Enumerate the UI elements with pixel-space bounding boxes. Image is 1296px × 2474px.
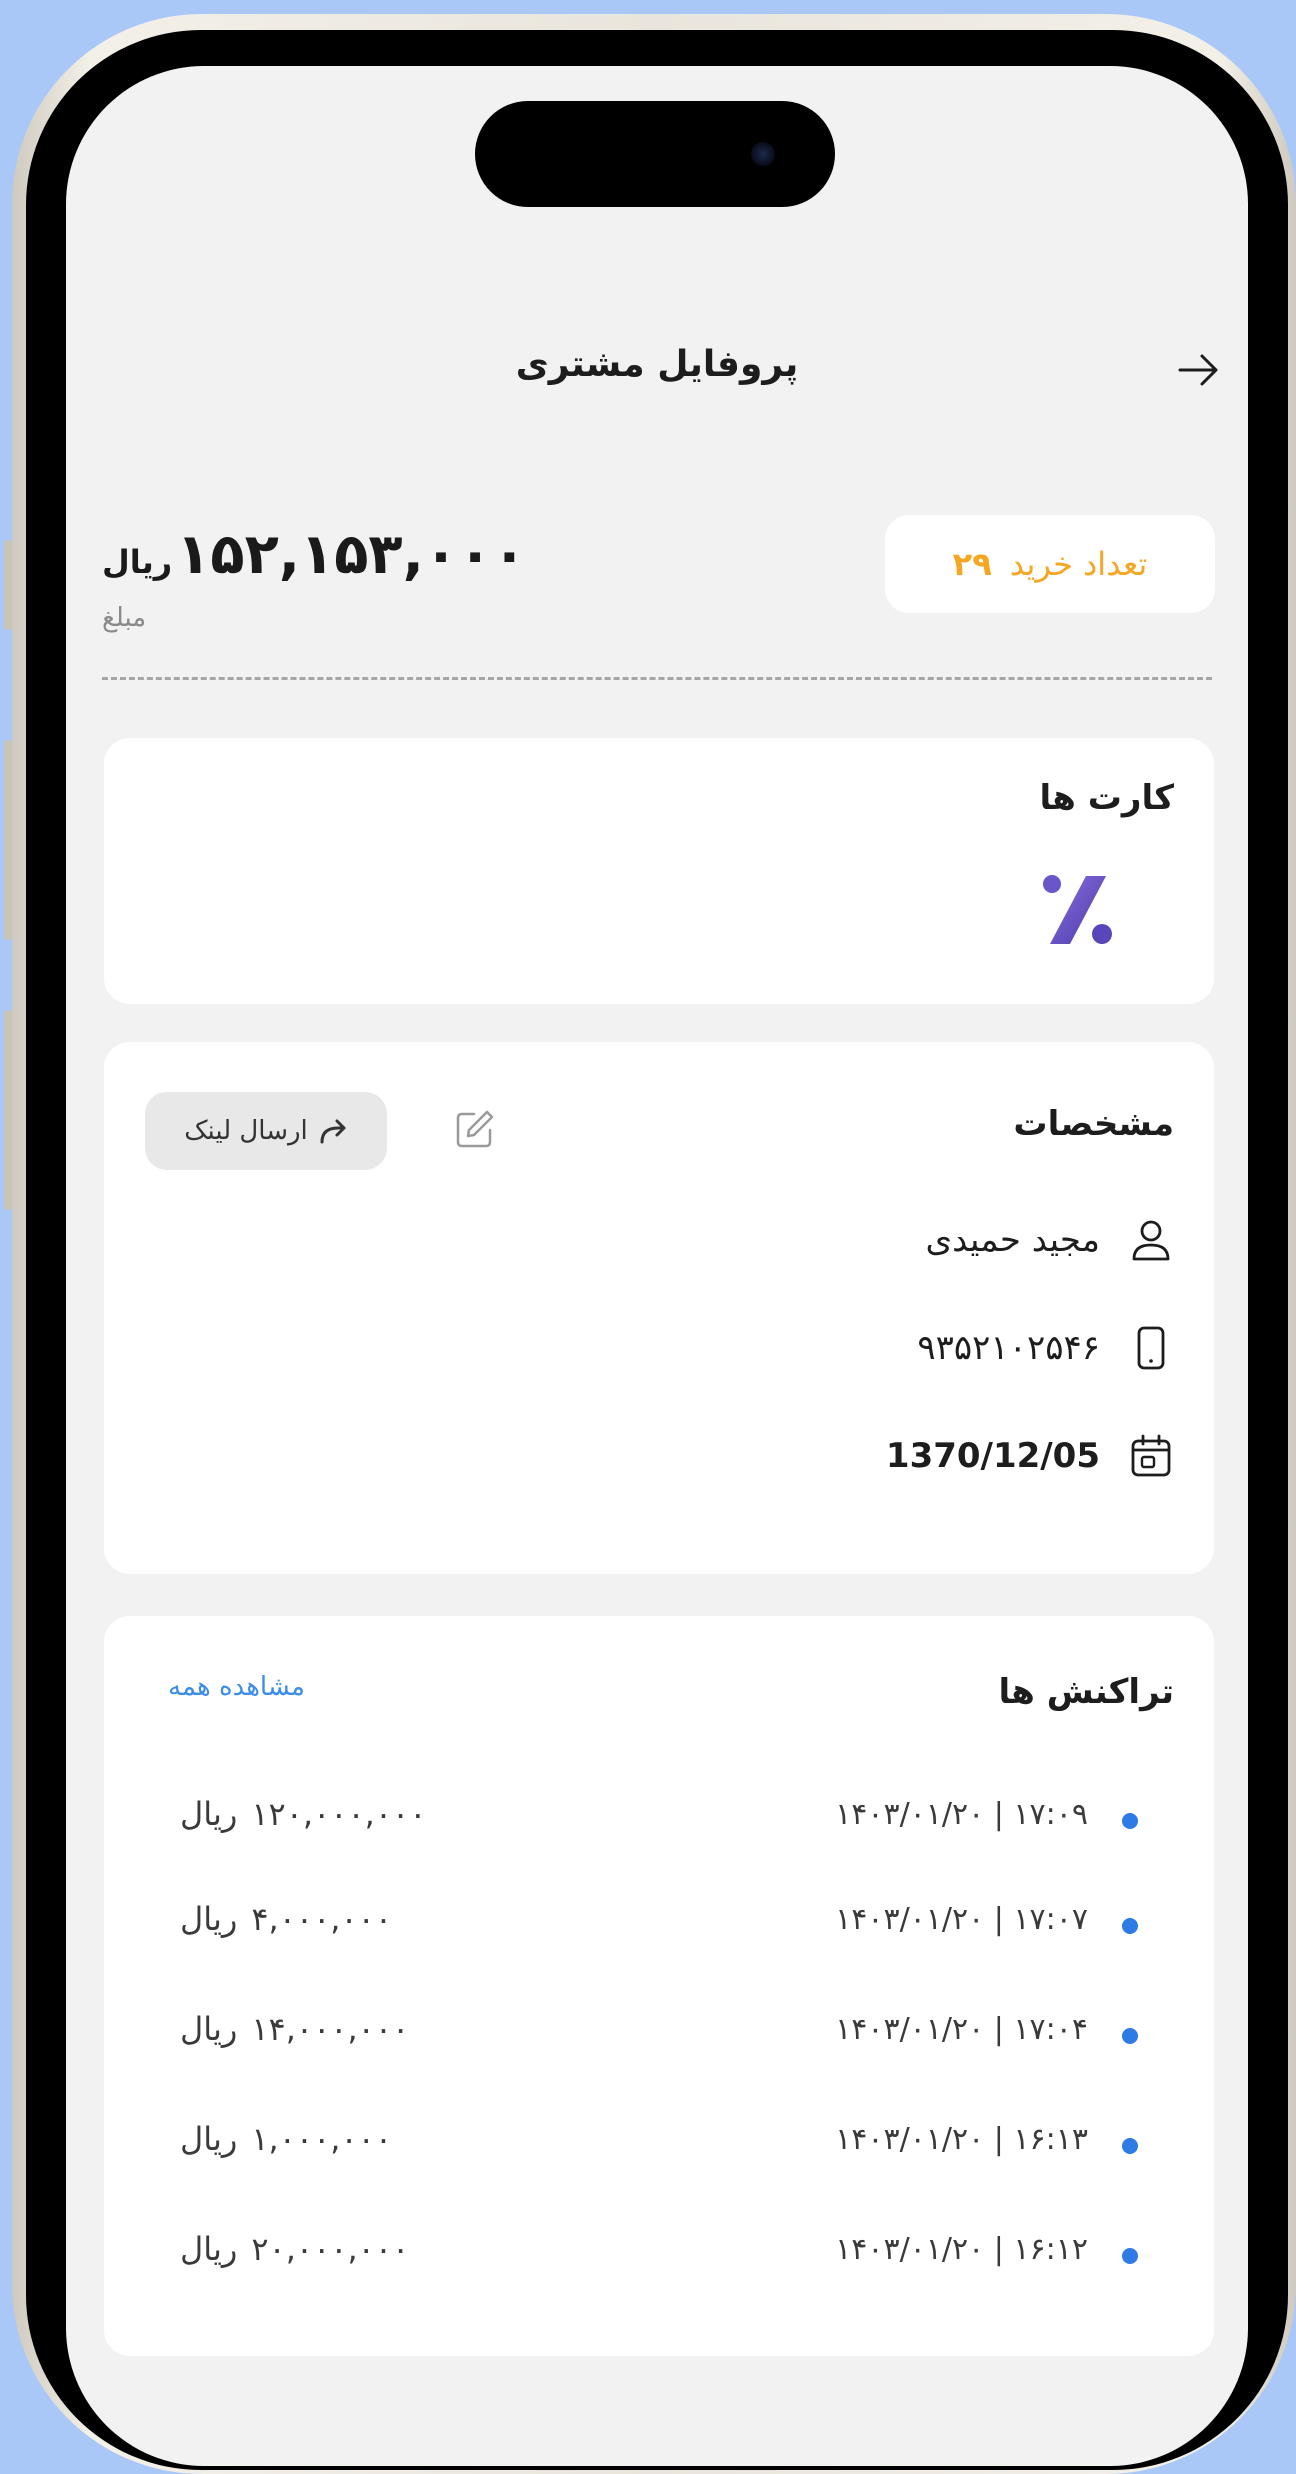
transaction-row[interactable]: ۱۴۰۳/۰۱/۲۰ | ۱۶:۱۲ ۲۰,۰۰۰,۰۰۰ ریال bbox=[104, 2226, 1214, 2276]
detail-row-birth-date: 1370/12/05 bbox=[886, 1433, 1174, 1479]
amount-label: مبلغ bbox=[102, 603, 147, 633]
transaction-amount-value: ۱,۰۰۰,۰۰۰ bbox=[251, 2120, 393, 2158]
transaction-row[interactable]: ۱۴۰۳/۰۱/۲۰ | ۱۷:۰۷ ۴,۰۰۰,۰۰۰ ریال bbox=[104, 1896, 1214, 1946]
transaction-currency: ریال bbox=[180, 2010, 238, 2048]
transaction-date: ۱۴۰۳/۰۱/۲۰ | ۱۷:۰۷ bbox=[835, 1902, 1088, 1937]
user-icon bbox=[1132, 1220, 1170, 1261]
top-bar: پروفایل مشتری bbox=[66, 316, 1248, 436]
amount-currency: ریال bbox=[102, 543, 173, 581]
detail-row-phone: ۹۳۵۲۱۰۲۵۴۶ bbox=[917, 1325, 1174, 1371]
customer-name: مجید حمیدی bbox=[925, 1220, 1100, 1260]
transaction-dot-icon bbox=[1122, 1918, 1138, 1934]
transactions-section: تراکنش ها مشاهده همه ۱۴۰۳/۰۱/۲۰ | ۱۷:۰۹ … bbox=[104, 1616, 1214, 2356]
transaction-amount: ۲۰,۰۰۰,۰۰۰ ریال bbox=[180, 2230, 409, 2268]
side-button bbox=[4, 740, 12, 940]
purchase-count-badge: تعداد خرید ۲۹ bbox=[885, 515, 1215, 613]
transaction-currency: ریال bbox=[180, 2230, 238, 2268]
transaction-amount: ۱۴,۰۰۰,۰۰۰ ریال bbox=[180, 2010, 409, 2048]
detail-row-name: مجید حمیدی bbox=[926, 1217, 1174, 1263]
transaction-currency: ریال bbox=[180, 2120, 238, 2158]
transaction-amount: ۴,۰۰۰,۰۰۰ ریال bbox=[180, 1900, 392, 1938]
transaction-amount-value: ۲۰,۰۰۰,۰۰۰ bbox=[251, 2230, 410, 2268]
amount-summary: ریال ۱۵۲,۱۵۳,۰۰۰ مبلغ bbox=[102, 522, 525, 633]
see-all-link[interactable]: مشاهده همه bbox=[168, 1672, 305, 1702]
page-title: پروفایل مشتری bbox=[515, 344, 799, 385]
details-section: مشخصات ارسال لینک مجید حمیدی ۹۳۵۲۱۰۲۵۴۶ bbox=[104, 1042, 1214, 1574]
cards-title: کارت ها bbox=[1039, 778, 1174, 818]
transaction-date: ۱۴۰۳/۰۱/۲۰ | ۱۶:۱۲ bbox=[835, 2232, 1088, 2267]
transaction-date: ۱۴۰۳/۰۱/۲۰ | ۱۶:۱۳ bbox=[835, 2122, 1088, 2157]
dashed-divider bbox=[102, 677, 1212, 680]
amount-value: ۱۵۲,۱۵۳,۰۰۰ bbox=[176, 522, 527, 587]
back-arrow-icon[interactable] bbox=[1176, 350, 1220, 390]
calendar-icon bbox=[1131, 1434, 1171, 1477]
customer-birth-date: 1370/12/05 bbox=[885, 1436, 1100, 1476]
camera-icon bbox=[751, 142, 775, 166]
transaction-currency: ریال bbox=[180, 1795, 238, 1833]
side-button bbox=[4, 1010, 12, 1210]
transaction-dot-icon bbox=[1122, 2028, 1138, 2044]
transaction-amount-value: ۱۲۰,۰۰۰,۰۰۰ bbox=[251, 1795, 427, 1833]
transaction-dot-icon bbox=[1122, 2138, 1138, 2154]
transaction-amount-value: ۴,۰۰۰,۰۰۰ bbox=[251, 1900, 393, 1938]
transaction-dot-icon bbox=[1122, 1813, 1138, 1829]
transaction-amount-value: ۱۴,۰۰۰,۰۰۰ bbox=[251, 2010, 410, 2048]
edit-icon[interactable] bbox=[454, 1108, 496, 1150]
bank-card-logo-icon[interactable] bbox=[1040, 872, 1116, 948]
transaction-row[interactable]: ۱۴۰۳/۰۱/۲۰ | ۱۷:۰۴ ۱۴,۰۰۰,۰۰۰ ریال bbox=[104, 2006, 1214, 2056]
side-button bbox=[4, 540, 12, 630]
phone-icon bbox=[1137, 1326, 1165, 1370]
transaction-amount: ۱,۰۰۰,۰۰۰ ریال bbox=[180, 2120, 392, 2158]
purchase-count-value: ۲۹ bbox=[952, 545, 992, 583]
transaction-row[interactable]: ۱۴۰۳/۰۱/۲۰ | ۱۶:۱۳ ۱,۰۰۰,۰۰۰ ریال bbox=[104, 2116, 1214, 2166]
transaction-date: ۱۴۰۳/۰۱/۲۰ | ۱۷:۰۹ bbox=[835, 1797, 1088, 1832]
transaction-currency: ریال bbox=[180, 1900, 238, 1938]
transaction-date: ۱۴۰۳/۰۱/۲۰ | ۱۷:۰۴ bbox=[835, 2012, 1088, 2047]
customer-phone: ۹۳۵۲۱۰۲۵۴۶ bbox=[917, 1328, 1100, 1368]
send-link-label: ارسال لینک bbox=[184, 1116, 308, 1146]
send-link-button[interactable]: ارسال لینک bbox=[145, 1092, 387, 1170]
transactions-title: تراکنش ها bbox=[998, 1672, 1174, 1712]
purchase-count-label: تعداد خرید bbox=[1009, 545, 1148, 583]
app-screen: پروفایل مشتری ریال ۱۵۲,۱۵۳,۰۰۰ مبلغ تعدا… bbox=[66, 66, 1248, 2466]
transaction-dot-icon bbox=[1122, 2248, 1138, 2264]
cards-section: کارت ها bbox=[104, 738, 1214, 1004]
details-title: مشخصات bbox=[1013, 1104, 1174, 1144]
transaction-row[interactable]: ۱۴۰۳/۰۱/۲۰ | ۱۷:۰۹ ۱۲۰,۰۰۰,۰۰۰ ریال bbox=[104, 1791, 1214, 1841]
transaction-amount: ۱۲۰,۰۰۰,۰۰۰ ریال bbox=[180, 1795, 426, 1833]
share-arrow-icon bbox=[320, 1119, 346, 1144]
dynamic-island bbox=[475, 101, 835, 207]
